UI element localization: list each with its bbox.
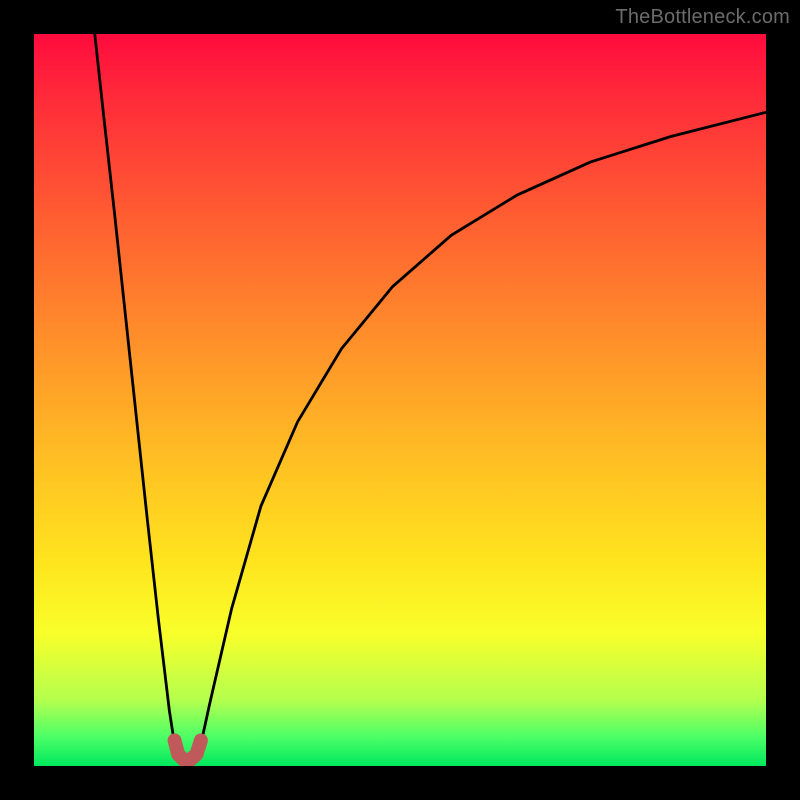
curve-right-ascent — [201, 112, 766, 744]
plot-area — [34, 34, 766, 766]
watermark-text: TheBottleneck.com — [615, 6, 790, 29]
chart-frame: TheBottleneck.com — [0, 0, 800, 800]
curve-left-descent — [95, 34, 175, 744]
curve-valley-u — [175, 740, 201, 760]
curve-svg — [34, 34, 766, 766]
